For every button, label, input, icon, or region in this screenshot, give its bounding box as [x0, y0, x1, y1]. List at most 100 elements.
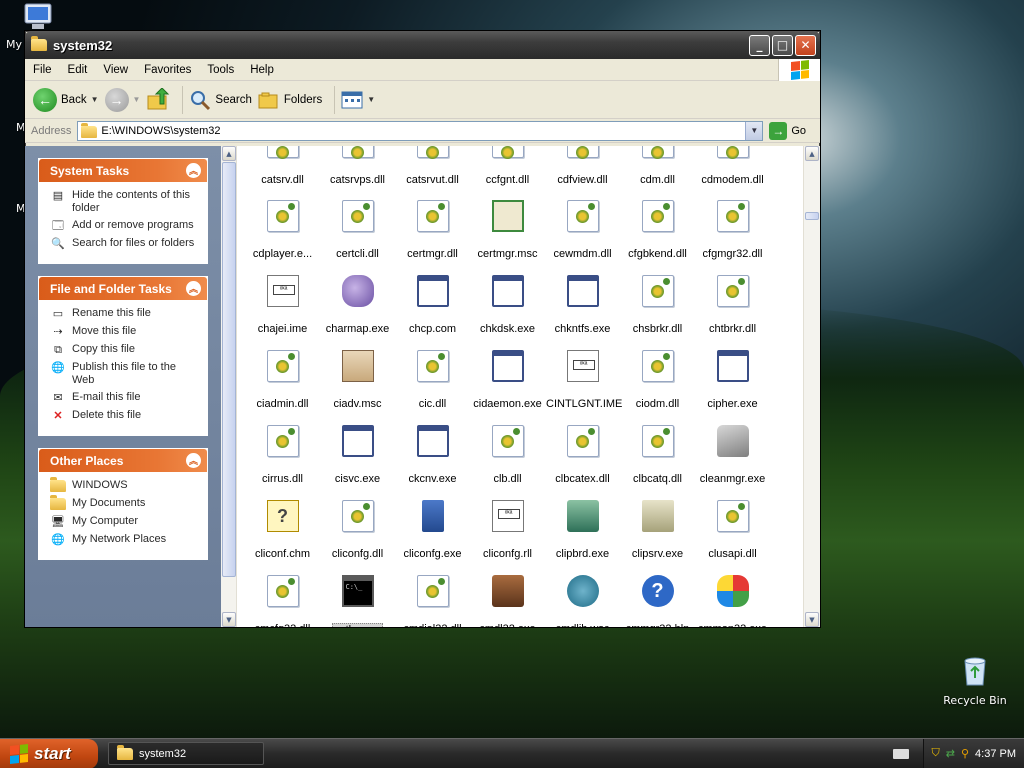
up-folder-button[interactable]	[146, 87, 170, 112]
place-windows[interactable]: WINDOWS	[50, 477, 201, 493]
search-button[interactable]: Search	[189, 89, 252, 111]
file-item[interactable]: clusapi.dll	[695, 500, 770, 560]
file-item[interactable]: cmcfg32.dll	[245, 575, 320, 627]
go-button[interactable]: → Go	[769, 121, 806, 140]
task-move-file[interactable]: ⇢ Move this file	[50, 325, 201, 339]
back-button[interactable]: ← Back ▼	[33, 87, 99, 112]
minimize-button[interactable]: _	[749, 34, 770, 56]
my-computer-desktop-icon[interactable]	[22, 2, 54, 32]
file-item[interactable]: chcp.com	[395, 275, 470, 335]
scroll-up-arrow-icon[interactable]: ▲	[222, 146, 236, 161]
file-item[interactable]: clipsrv.exe	[620, 500, 695, 560]
file-item[interactable]: chkdsk.exe	[470, 275, 545, 335]
file-item[interactable]: clb.dll	[470, 425, 545, 485]
recycle-bin-desktop-icon[interactable]: Recycle Bin	[940, 655, 1010, 707]
file-item[interactable]: ciodm.dll	[620, 350, 695, 410]
address-dropdown-button[interactable]: ▼	[745, 121, 763, 140]
menu-view[interactable]: View	[95, 64, 136, 76]
scrollbar-thumb[interactable]	[805, 212, 819, 220]
task-publish-web[interactable]: 🌐 Publish this file to the Web	[50, 361, 201, 387]
file-item[interactable]: clbcatex.dll	[545, 425, 620, 485]
file-item[interactable]: cewmdm.dll	[545, 200, 620, 260]
left-scrollbar[interactable]: ▲ ▼	[221, 146, 237, 627]
start-button[interactable]: start	[0, 738, 98, 768]
file-item[interactable]: cdm.dll	[620, 146, 695, 186]
system-tasks-header[interactable]: System Tasks ︽	[39, 159, 207, 182]
task-copy-file[interactable]: ⧉ Copy this file	[50, 343, 201, 357]
file-item[interactable]: ? cliconf.chm	[245, 500, 320, 560]
security-shield-icon[interactable]: ⛉	[932, 747, 940, 760]
file-item[interactable]: chkntfs.exe	[545, 275, 620, 335]
task-delete-file[interactable]: ✕ Delete this file	[50, 409, 201, 423]
clock[interactable]: 4:37 PM	[975, 748, 1016, 760]
task-email-file[interactable]: ✉ E-mail this file	[50, 391, 201, 405]
menu-tools[interactable]: Tools	[199, 64, 242, 76]
file-item[interactable]: cfgbkend.dll	[620, 200, 695, 260]
collapse-chevron-icon[interactable]: ︽	[186, 281, 201, 296]
file-item[interactable]: cmdl32.exe	[470, 575, 545, 627]
task-hide-folder-contents[interactable]: ▤ Hide the contents of this folder	[50, 189, 201, 215]
scroll-up-arrow-icon[interactable]: ▲	[805, 146, 819, 161]
file-item[interactable]: ciadv.msc	[320, 350, 395, 410]
file-item[interactable]: cidaemon.exe	[470, 350, 545, 410]
file-item[interactable]: ccfgnt.dll	[470, 146, 545, 186]
task-rename-file[interactable]: ▭ Rename this file	[50, 307, 201, 321]
file-item[interactable]: cleanmgr.exe	[695, 425, 770, 485]
place-my-computer[interactable]: 🖥 My Computer	[50, 515, 201, 529]
scroll-down-arrow-icon[interactable]: ▼	[222, 612, 236, 627]
place-my-network-places[interactable]: 🌐 My Network Places	[50, 533, 201, 547]
collapse-chevron-icon[interactable]: ︽	[186, 163, 201, 178]
file-item[interactable]: certcli.dll	[320, 200, 395, 260]
file-item[interactable]: cmdial32.dll	[395, 575, 470, 627]
collapse-chevron-icon[interactable]: ︽	[186, 453, 201, 468]
file-item[interactable]: cmmon32.exe	[695, 575, 770, 627]
network-icon[interactable]: ⇄	[946, 747, 955, 760]
file-item[interactable]: certmgr.msc	[470, 200, 545, 260]
file-item[interactable]: C:\_ sethc.exe	[320, 575, 395, 627]
right-scrollbar[interactable]: ▲ ▼	[803, 146, 820, 627]
file-item[interactable]: cliconfg.rll	[470, 500, 545, 560]
search-icon[interactable]: ⚲	[961, 747, 969, 760]
file-folder-tasks-header[interactable]: File and Folder Tasks ︽	[39, 277, 207, 300]
other-places-header[interactable]: Other Places ︽	[39, 449, 207, 472]
file-item[interactable]: cdplayer.e...	[245, 200, 320, 260]
file-item[interactable]: clbcatq.dll	[620, 425, 695, 485]
chevron-down-icon[interactable]: ▼	[91, 95, 99, 104]
file-item[interactable]: cliconfg.dll	[320, 500, 395, 560]
task-search-files[interactable]: 🔍 Search for files or folders	[50, 237, 201, 251]
taskbar-window-button[interactable]: system32	[108, 742, 264, 765]
file-item[interactable]: certmgr.dll	[395, 200, 470, 260]
menu-help[interactable]: Help	[242, 64, 282, 76]
file-item[interactable]: ciadmin.dll	[245, 350, 320, 410]
file-list-pane[interactable]: ▲ ▼ catsrv.dll catsrvps.dll catsrvut.dll cc…	[221, 146, 820, 627]
file-item[interactable]: cisvc.exe	[320, 425, 395, 485]
file-item[interactable]: catsrvut.dll	[395, 146, 470, 186]
file-item[interactable]: cdfview.dll	[545, 146, 620, 186]
maximize-button[interactable]: □	[772, 34, 793, 56]
file-item[interactable]: clipbrd.exe	[545, 500, 620, 560]
file-item[interactable]: catsrv.dll	[245, 146, 320, 186]
task-add-remove-programs[interactable]: 🗔 Add or remove programs	[50, 219, 201, 233]
menu-edit[interactable]: Edit	[60, 64, 96, 76]
chevron-down-icon[interactable]: ▼	[133, 95, 141, 104]
file-item[interactable]: charmap.exe	[320, 275, 395, 335]
address-input[interactable]: E:\WINDOWS\system32 ▼	[77, 120, 764, 141]
file-item[interactable]: CINTLGNT.IME	[545, 350, 622, 410]
close-button[interactable]: ✕	[795, 34, 816, 56]
menu-favorites[interactable]: Favorites	[136, 64, 199, 76]
chevron-down-icon[interactable]: ▼	[367, 95, 375, 104]
file-item[interactable]: chsbrkr.dll	[620, 275, 695, 335]
scroll-down-arrow-icon[interactable]: ▼	[805, 612, 819, 627]
scrollbar-thumb[interactable]	[222, 162, 236, 577]
file-item[interactable]: cfgmgr32.dll	[695, 200, 770, 260]
file-item[interactable]: chtbrkr.dll	[695, 275, 770, 335]
file-item[interactable]: ? cmmgr32.hlp	[620, 575, 695, 627]
views-button[interactable]: ▼	[341, 90, 375, 110]
title-bar[interactable]: system32 _ □ ✕	[25, 31, 820, 59]
place-my-documents[interactable]: My Documents	[50, 495, 201, 511]
file-item[interactable]: ckcnv.exe	[395, 425, 470, 485]
file-item[interactable]: chajei.ime	[245, 275, 320, 335]
menu-file[interactable]: File	[25, 64, 60, 76]
file-item[interactable]: catsrvps.dll	[320, 146, 395, 186]
forward-button[interactable]: → ▼	[104, 87, 141, 112]
